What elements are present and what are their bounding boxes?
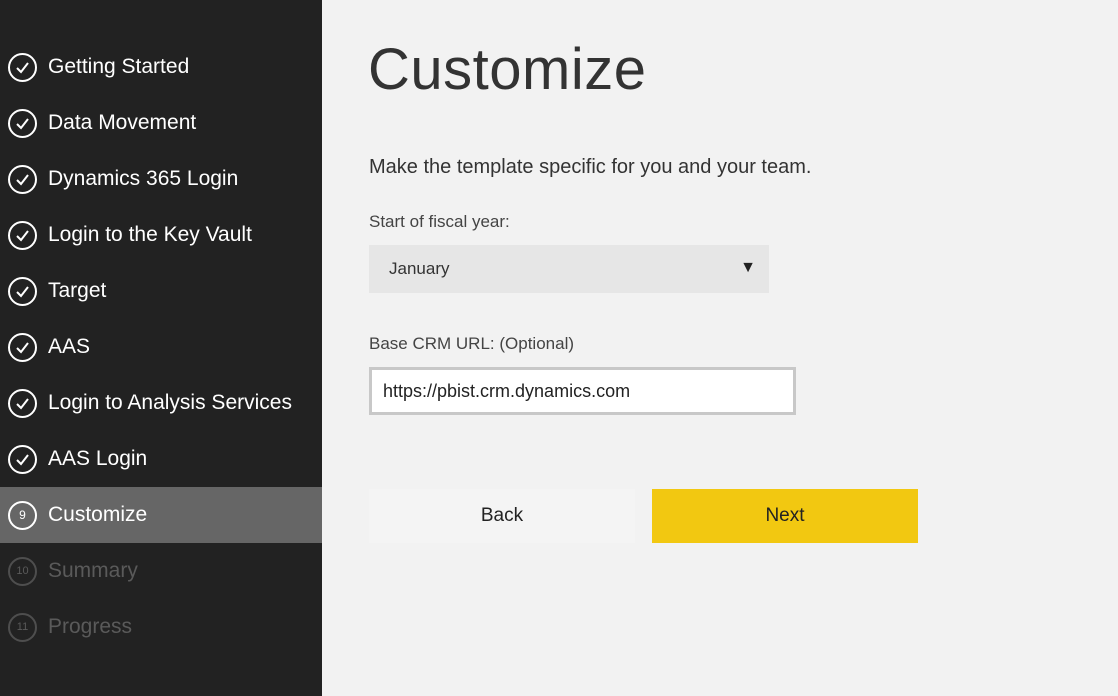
page-subtitle: Make the template specific for you and y… bbox=[369, 156, 812, 178]
step-label: Login to Analysis Services bbox=[48, 391, 292, 414]
step-aas-login[interactable]: AAS Login bbox=[0, 431, 322, 487]
step-summary: 10 Summary bbox=[0, 543, 322, 599]
main-content: Customize Make the template specific for… bbox=[368, 0, 1118, 696]
step-label: AAS Login bbox=[48, 447, 148, 470]
step-login-key-vault[interactable]: Login to the Key Vault bbox=[0, 207, 322, 263]
checkmark-icon bbox=[8, 52, 37, 82]
step-number-badge: 11 bbox=[8, 612, 37, 642]
next-button[interactable]: Next bbox=[652, 489, 918, 543]
checkmark-icon bbox=[8, 444, 37, 474]
checkmark-icon bbox=[8, 164, 37, 194]
checkmark-icon bbox=[8, 388, 37, 418]
step-label: Summary bbox=[48, 559, 138, 582]
step-getting-started[interactable]: Getting Started bbox=[0, 39, 322, 95]
wizard-sidebar: Getting Started Data Movement Dynamics 3… bbox=[0, 0, 322, 696]
crm-url-label: Base CRM URL: (Optional) bbox=[369, 334, 575, 353]
checkmark-icon bbox=[8, 332, 37, 362]
step-label: Getting Started bbox=[48, 55, 190, 78]
step-label: Dynamics 365 Login bbox=[48, 167, 239, 190]
step-label: Login to the Key Vault bbox=[48, 223, 252, 246]
checkmark-icon bbox=[8, 220, 37, 250]
checkmark-icon bbox=[8, 276, 37, 306]
step-label: Data Movement bbox=[48, 111, 197, 134]
triangle-down-icon: ▼ bbox=[740, 259, 756, 276]
fiscal-year-selected-value: January bbox=[389, 259, 450, 278]
step-number-badge: 10 bbox=[8, 556, 37, 586]
step-label: Progress bbox=[48, 615, 133, 638]
back-button[interactable]: Back bbox=[369, 489, 635, 543]
step-aas[interactable]: AAS bbox=[0, 319, 322, 375]
step-data-movement[interactable]: Data Movement bbox=[0, 95, 322, 151]
step-login-analysis-services[interactable]: Login to Analysis Services bbox=[0, 375, 322, 431]
step-label: Target bbox=[48, 279, 107, 302]
fiscal-year-select[interactable]: January ▼ bbox=[369, 245, 769, 293]
fiscal-year-label: Start of fiscal year: bbox=[369, 212, 510, 231]
step-progress: 11 Progress bbox=[0, 599, 322, 655]
crm-url-input[interactable] bbox=[369, 367, 796, 415]
step-target[interactable]: Target bbox=[0, 263, 322, 319]
step-customize[interactable]: 9 Customize bbox=[0, 487, 322, 543]
step-label: Customize bbox=[48, 503, 148, 526]
checkmark-icon bbox=[8, 108, 37, 138]
step-label: AAS bbox=[48, 335, 91, 358]
step-number-badge: 9 bbox=[8, 500, 37, 530]
step-dynamics-365-login[interactable]: Dynamics 365 Login bbox=[0, 151, 322, 207]
page-title: Customize bbox=[368, 37, 647, 102]
